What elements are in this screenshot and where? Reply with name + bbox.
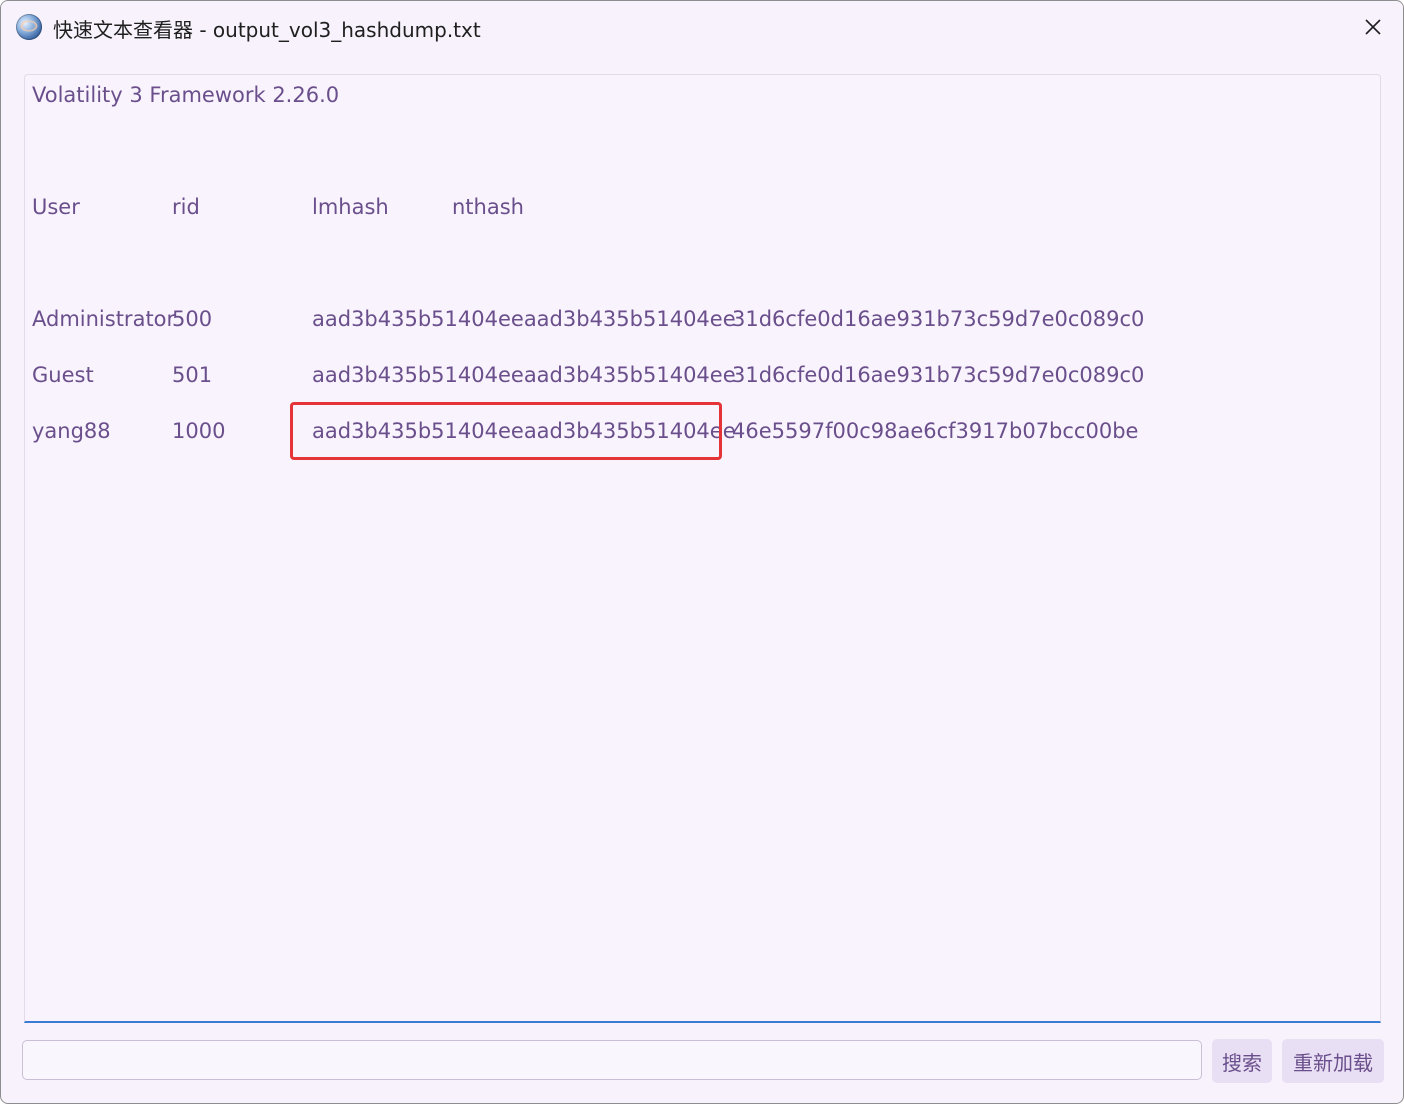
text-viewer[interactable]: Volatility 3 Framework 2.26.0 User rid l…: [24, 74, 1381, 1023]
title-bar[interactable]: 快速文本查看器 - output_vol3_hashdump.txt: [1, 1, 1403, 53]
row-rid: 500: [172, 307, 213, 331]
row-nthash: 46e5597f00c98ae6cf3917b07bcc00be: [732, 419, 1139, 443]
column-header-row: User rid lmhash nthash: [32, 193, 1332, 221]
close-icon: [1365, 19, 1381, 35]
table-row: Administrator 500 aad3b435b51404eeaad3b4…: [32, 305, 1332, 333]
column-header-user: User: [32, 195, 80, 219]
column-header-rid: rid: [172, 195, 200, 219]
column-header-lmhash: lmhash: [312, 195, 389, 219]
row-lmhash: aad3b435b51404eeaad3b435b51404ee: [312, 363, 736, 387]
row-user: Administrator: [32, 307, 176, 331]
row-rid: 1000: [172, 419, 226, 443]
table-row: Guest 501 aad3b435b51404eeaad3b435b51404…: [32, 361, 1332, 389]
row-user: yang88: [32, 419, 111, 443]
column-header-nthash: nthash: [452, 195, 524, 219]
row-nthash: 31d6cfe0d16ae931b73c59d7e0c089c0: [732, 363, 1145, 387]
row-user: Guest: [32, 363, 94, 387]
header-line: Volatility 3 Framework 2.26.0: [32, 83, 340, 107]
window-title: 快速文本查看器 - output_vol3_hashdump.txt: [53, 18, 481, 42]
search-input[interactable]: [22, 1040, 1202, 1080]
row-nthash: 31d6cfe0d16ae931b73c59d7e0c089c0: [732, 307, 1145, 331]
app-globe-icon: [16, 14, 42, 40]
row-lmhash: aad3b435b51404eeaad3b435b51404ee: [312, 307, 736, 331]
reload-button[interactable]: 重新加载: [1282, 1039, 1384, 1083]
close-button[interactable]: [1353, 7, 1393, 47]
app-window: 快速文本查看器 - output_vol3_hashdump.txt Volat…: [0, 0, 1404, 1104]
search-button[interactable]: 搜索: [1212, 1039, 1272, 1083]
row-rid: 501: [172, 363, 213, 387]
highlight-annotation-box: [290, 402, 722, 460]
